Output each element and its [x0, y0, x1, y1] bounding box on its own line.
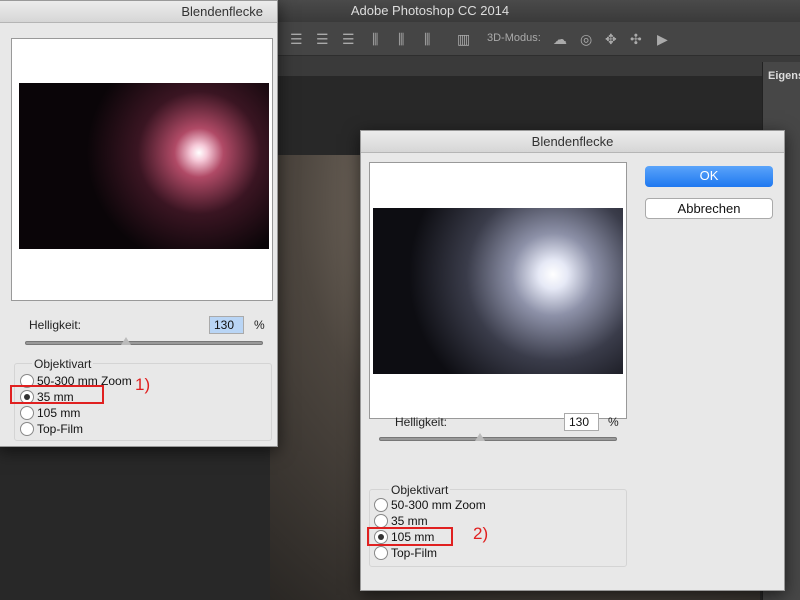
- panel-title: Eigens: [768, 70, 800, 82]
- highlight-box-1: [10, 385, 104, 404]
- lens-type-label: Objektivart: [389, 483, 451, 497]
- highlight-box-2: [367, 527, 453, 546]
- align-right-icon[interactable]: ⫼: [424, 31, 430, 48]
- flare-preview-image[interactable]: [19, 83, 269, 249]
- roll-3d-icon[interactable]: ◎: [580, 31, 592, 48]
- app-title: Adobe Photoshop CC 2014: [350, 3, 510, 18]
- align-hcenter-icon[interactable]: ⫼: [398, 31, 404, 48]
- lens-type-label: Objektivart: [32, 357, 94, 371]
- percent-label: %: [608, 415, 619, 429]
- radio-top-film[interactable]: Top-Film: [374, 546, 437, 562]
- brightness-input[interactable]: 130: [564, 413, 599, 431]
- annotation-1: 1): [135, 375, 151, 394]
- align-left-icon[interactable]: ⫼: [372, 31, 378, 48]
- align-top-icon[interactable]: ☰: [290, 31, 303, 48]
- percent-label: %: [254, 318, 265, 332]
- dialog-title: Blendenflecke: [361, 131, 784, 153]
- slide-3d-icon[interactable]: ✣: [630, 31, 642, 48]
- rotate-3d-icon[interactable]: ☁: [553, 31, 567, 48]
- radio-105mm[interactable]: 105 mm: [20, 406, 80, 422]
- brightness-label: Helligkeit:: [29, 318, 82, 332]
- scale-3d-icon[interactable]: ▶: [657, 31, 668, 48]
- brightness-slider[interactable]: [25, 337, 263, 345]
- radio-top-film[interactable]: Top-Film: [20, 422, 83, 438]
- annotation-2: 2): [473, 524, 489, 543]
- lens-flare-dialog-2: Blendenflecke OK Abbrechen Helligkeit: 1…: [360, 130, 785, 591]
- preview-box[interactable]: [11, 38, 273, 301]
- slider-thumb[interactable]: [121, 337, 131, 345]
- 3d-mode-label: 3D-Modus:: [487, 32, 541, 44]
- radio-50-300-zoom[interactable]: 50-300 mm Zoom: [374, 498, 486, 514]
- auto-align-icon[interactable]: ▥: [457, 31, 470, 48]
- align-vcenter-icon[interactable]: ☰: [316, 31, 329, 48]
- flare-preview-image[interactable]: [373, 208, 623, 374]
- slider-thumb[interactable]: [475, 433, 485, 441]
- cancel-button[interactable]: Abbrechen: [645, 198, 773, 219]
- ok-button[interactable]: OK: [645, 166, 773, 187]
- preview-box[interactable]: [369, 162, 627, 419]
- brightness-label: Helligkeit:: [395, 415, 448, 429]
- drag-3d-icon[interactable]: ✥: [605, 31, 617, 48]
- brightness-input[interactable]: 130: [209, 316, 244, 334]
- align-bottom-icon[interactable]: ☰: [342, 31, 355, 48]
- dialog-title: Blendenflecke: [0, 1, 277, 23]
- brightness-slider[interactable]: [379, 433, 617, 441]
